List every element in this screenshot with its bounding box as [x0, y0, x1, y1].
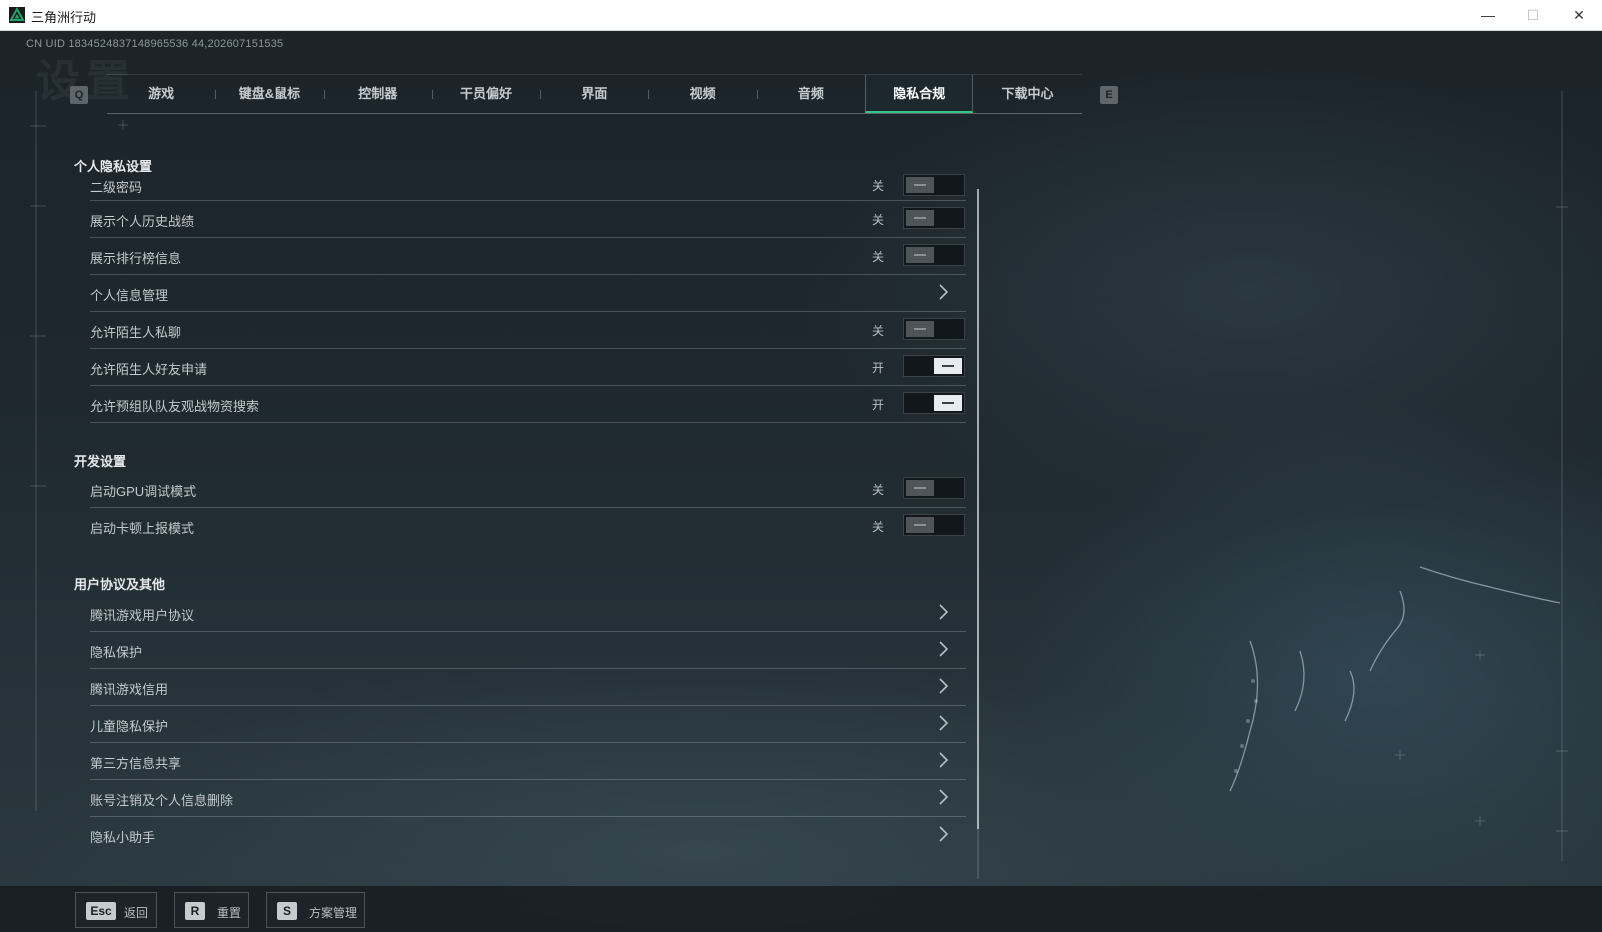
setting-label: 个人信息管理	[90, 288, 169, 303]
toggle-knob	[906, 517, 934, 533]
toggle-switch[interactable]	[903, 207, 965, 229]
toggle-switch[interactable]	[903, 477, 965, 499]
setting-row-privacy-assistant[interactable]: 隐私小助手	[90, 817, 966, 854]
setting-row-privacy-protection[interactable]: 隐私保护	[90, 632, 966, 669]
setting-label: 账号注销及个人信息删除	[90, 793, 234, 808]
chevron-right-icon	[939, 826, 949, 842]
back-button[interactable]: Esc 返回	[75, 892, 157, 928]
setting-row-child-privacy[interactable]: 儿童隐私保护	[90, 706, 966, 743]
setting-label: 二级密码	[90, 180, 143, 195]
toggle-knob	[906, 480, 934, 496]
setting-label: 允许陌生人私聊	[90, 325, 182, 340]
setting-row-stranger-friend-request[interactable]: 允许陌生人好友申请 开	[90, 349, 966, 386]
settings-screen: 设置 CN UID 1834524837148965536 44,2026071…	[0, 31, 1602, 932]
settings-tab-bar: 游戏 键盘&鼠标 控制器 干员偏好 界面 视频 音频 隐私合规 下载中心	[107, 74, 1082, 114]
tab-controller[interactable]: 控制器	[323, 75, 432, 113]
toggle-state-text: 开	[872, 398, 885, 412]
toggle-knob	[906, 321, 934, 337]
setting-label: 隐私小助手	[90, 830, 156, 845]
maximize-button[interactable]: ☐	[1510, 0, 1556, 30]
setting-row-show-match-history[interactable]: 展示个人历史战绩 关	[90, 201, 966, 238]
reset-label: 重置	[217, 906, 242, 920]
setting-row-user-agreement[interactable]: 腾讯游戏用户协议	[90, 595, 966, 632]
window-title: 三角洲行动	[31, 10, 97, 25]
tab-video[interactable]: 视频	[648, 75, 756, 113]
tab-download-center[interactable]: 下载中心	[973, 75, 1081, 113]
next-tab-key-hint[interactable]: E	[1100, 86, 1118, 104]
toggle-knob	[906, 210, 934, 226]
close-button[interactable]: ✕	[1556, 0, 1602, 30]
setting-row-show-leaderboard[interactable]: 展示排行榜信息 关	[90, 238, 966, 275]
setting-label: 儿童隐私保护	[90, 719, 169, 734]
setting-row-third-party-sharing[interactable]: 第三方信息共享	[90, 743, 966, 780]
setting-row-stranger-private-chat[interactable]: 允许陌生人私聊 关	[90, 312, 966, 349]
setting-label: 启动GPU调试模式	[90, 484, 197, 499]
setting-row-secondary-password[interactable]: 二级密码 关	[90, 173, 966, 201]
setting-label: 第三方信息共享	[90, 756, 182, 771]
chevron-right-icon	[939, 678, 949, 694]
tab-privacy-compliance[interactable]: 隐私合规	[865, 75, 974, 113]
toggle-state-text: 关	[872, 179, 885, 193]
toggle-switch[interactable]	[903, 355, 965, 377]
toggle-knob	[906, 177, 934, 193]
chevron-right-icon	[939, 752, 949, 768]
user-uid: CN UID 1834524837148965536 44,2026071515…	[26, 38, 284, 50]
setting-label: 隐私保护	[90, 645, 143, 660]
setting-row-account-deletion[interactable]: 账号注销及个人信息删除	[90, 780, 966, 817]
key-hint-esc: Esc	[86, 902, 116, 920]
key-hint-r: R	[185, 902, 205, 920]
setting-label: 允许陌生人好友申请	[90, 362, 208, 377]
setting-label: 启动卡顿上报模式	[90, 521, 195, 536]
bottom-action-bar: Esc 返回 R 重置 S 方案管理	[0, 886, 1602, 932]
app-logo-icon	[9, 7, 25, 23]
tab-game[interactable]: 游戏	[107, 75, 215, 113]
toggle-state-text: 关	[872, 324, 885, 338]
toggle-state-text: 开	[872, 361, 885, 375]
toggle-knob	[934, 358, 962, 374]
chevron-right-icon	[939, 641, 949, 657]
toggle-switch[interactable]	[903, 514, 965, 536]
toggle-knob	[934, 395, 962, 411]
setting-row-gpu-debug-mode[interactable]: 启动GPU调试模式 关	[90, 471, 966, 508]
toggle-state-text: 关	[872, 213, 885, 227]
setting-label: 允许预组队队友观战物资搜索	[90, 399, 260, 414]
setting-label: 腾讯游戏信用	[90, 682, 169, 697]
toggle-state-text: 关	[872, 520, 885, 534]
setting-row-game-credit[interactable]: 腾讯游戏信用	[90, 669, 966, 706]
tab-keyboard-mouse[interactable]: 键盘&鼠标	[215, 75, 323, 113]
chevron-right-icon	[939, 715, 949, 731]
prev-tab-key-hint[interactable]: Q	[70, 86, 88, 104]
setting-label: 腾讯游戏用户协议	[90, 608, 195, 623]
chevron-right-icon	[939, 789, 949, 805]
toggle-knob	[906, 247, 934, 263]
scrollbar-thumb[interactable]	[977, 189, 979, 829]
toggle-switch[interactable]	[903, 392, 965, 414]
minimize-button[interactable]: —	[1465, 0, 1511, 30]
setting-row-premade-spectate-search[interactable]: 允许预组队队友观战物资搜索 开	[90, 386, 966, 423]
reset-button[interactable]: R 重置	[174, 892, 249, 928]
toggle-switch[interactable]	[903, 244, 965, 266]
scheme-management-label: 方案管理	[309, 906, 358, 920]
setting-row-stutter-report-mode[interactable]: 启动卡顿上报模式 关	[90, 508, 966, 545]
setting-row-personal-info-management[interactable]: 个人信息管理	[90, 275, 966, 312]
tab-interface[interactable]: 界面	[540, 75, 648, 113]
chevron-right-icon	[939, 604, 949, 620]
settings-list: 个人隐私设置 二级密码 关 展示个人历史战绩 关 展示排行榜信息 关 个人信息管…	[74, 151, 966, 863]
chevron-right-icon	[939, 284, 949, 300]
section-title-developer: 开发设置	[74, 454, 127, 469]
toggle-state-text: 关	[872, 250, 885, 264]
setting-label: 展示排行榜信息	[90, 251, 182, 266]
setting-label: 展示个人历史战绩	[90, 214, 195, 229]
toggle-switch[interactable]	[903, 174, 965, 196]
tab-audio[interactable]: 音频	[756, 75, 865, 113]
tab-operator-preferences[interactable]: 干员偏好	[431, 75, 540, 113]
key-hint-s: S	[277, 902, 297, 920]
section-title-agreements: 用户协议及其他	[74, 577, 166, 592]
scheme-management-button[interactable]: S 方案管理	[266, 892, 365, 928]
toggle-state-text: 关	[872, 483, 885, 497]
window-title-bar: 三角洲行动 — ☐ ✕	[0, 0, 1602, 31]
toggle-switch[interactable]	[903, 318, 965, 340]
back-label: 返回	[124, 906, 149, 920]
